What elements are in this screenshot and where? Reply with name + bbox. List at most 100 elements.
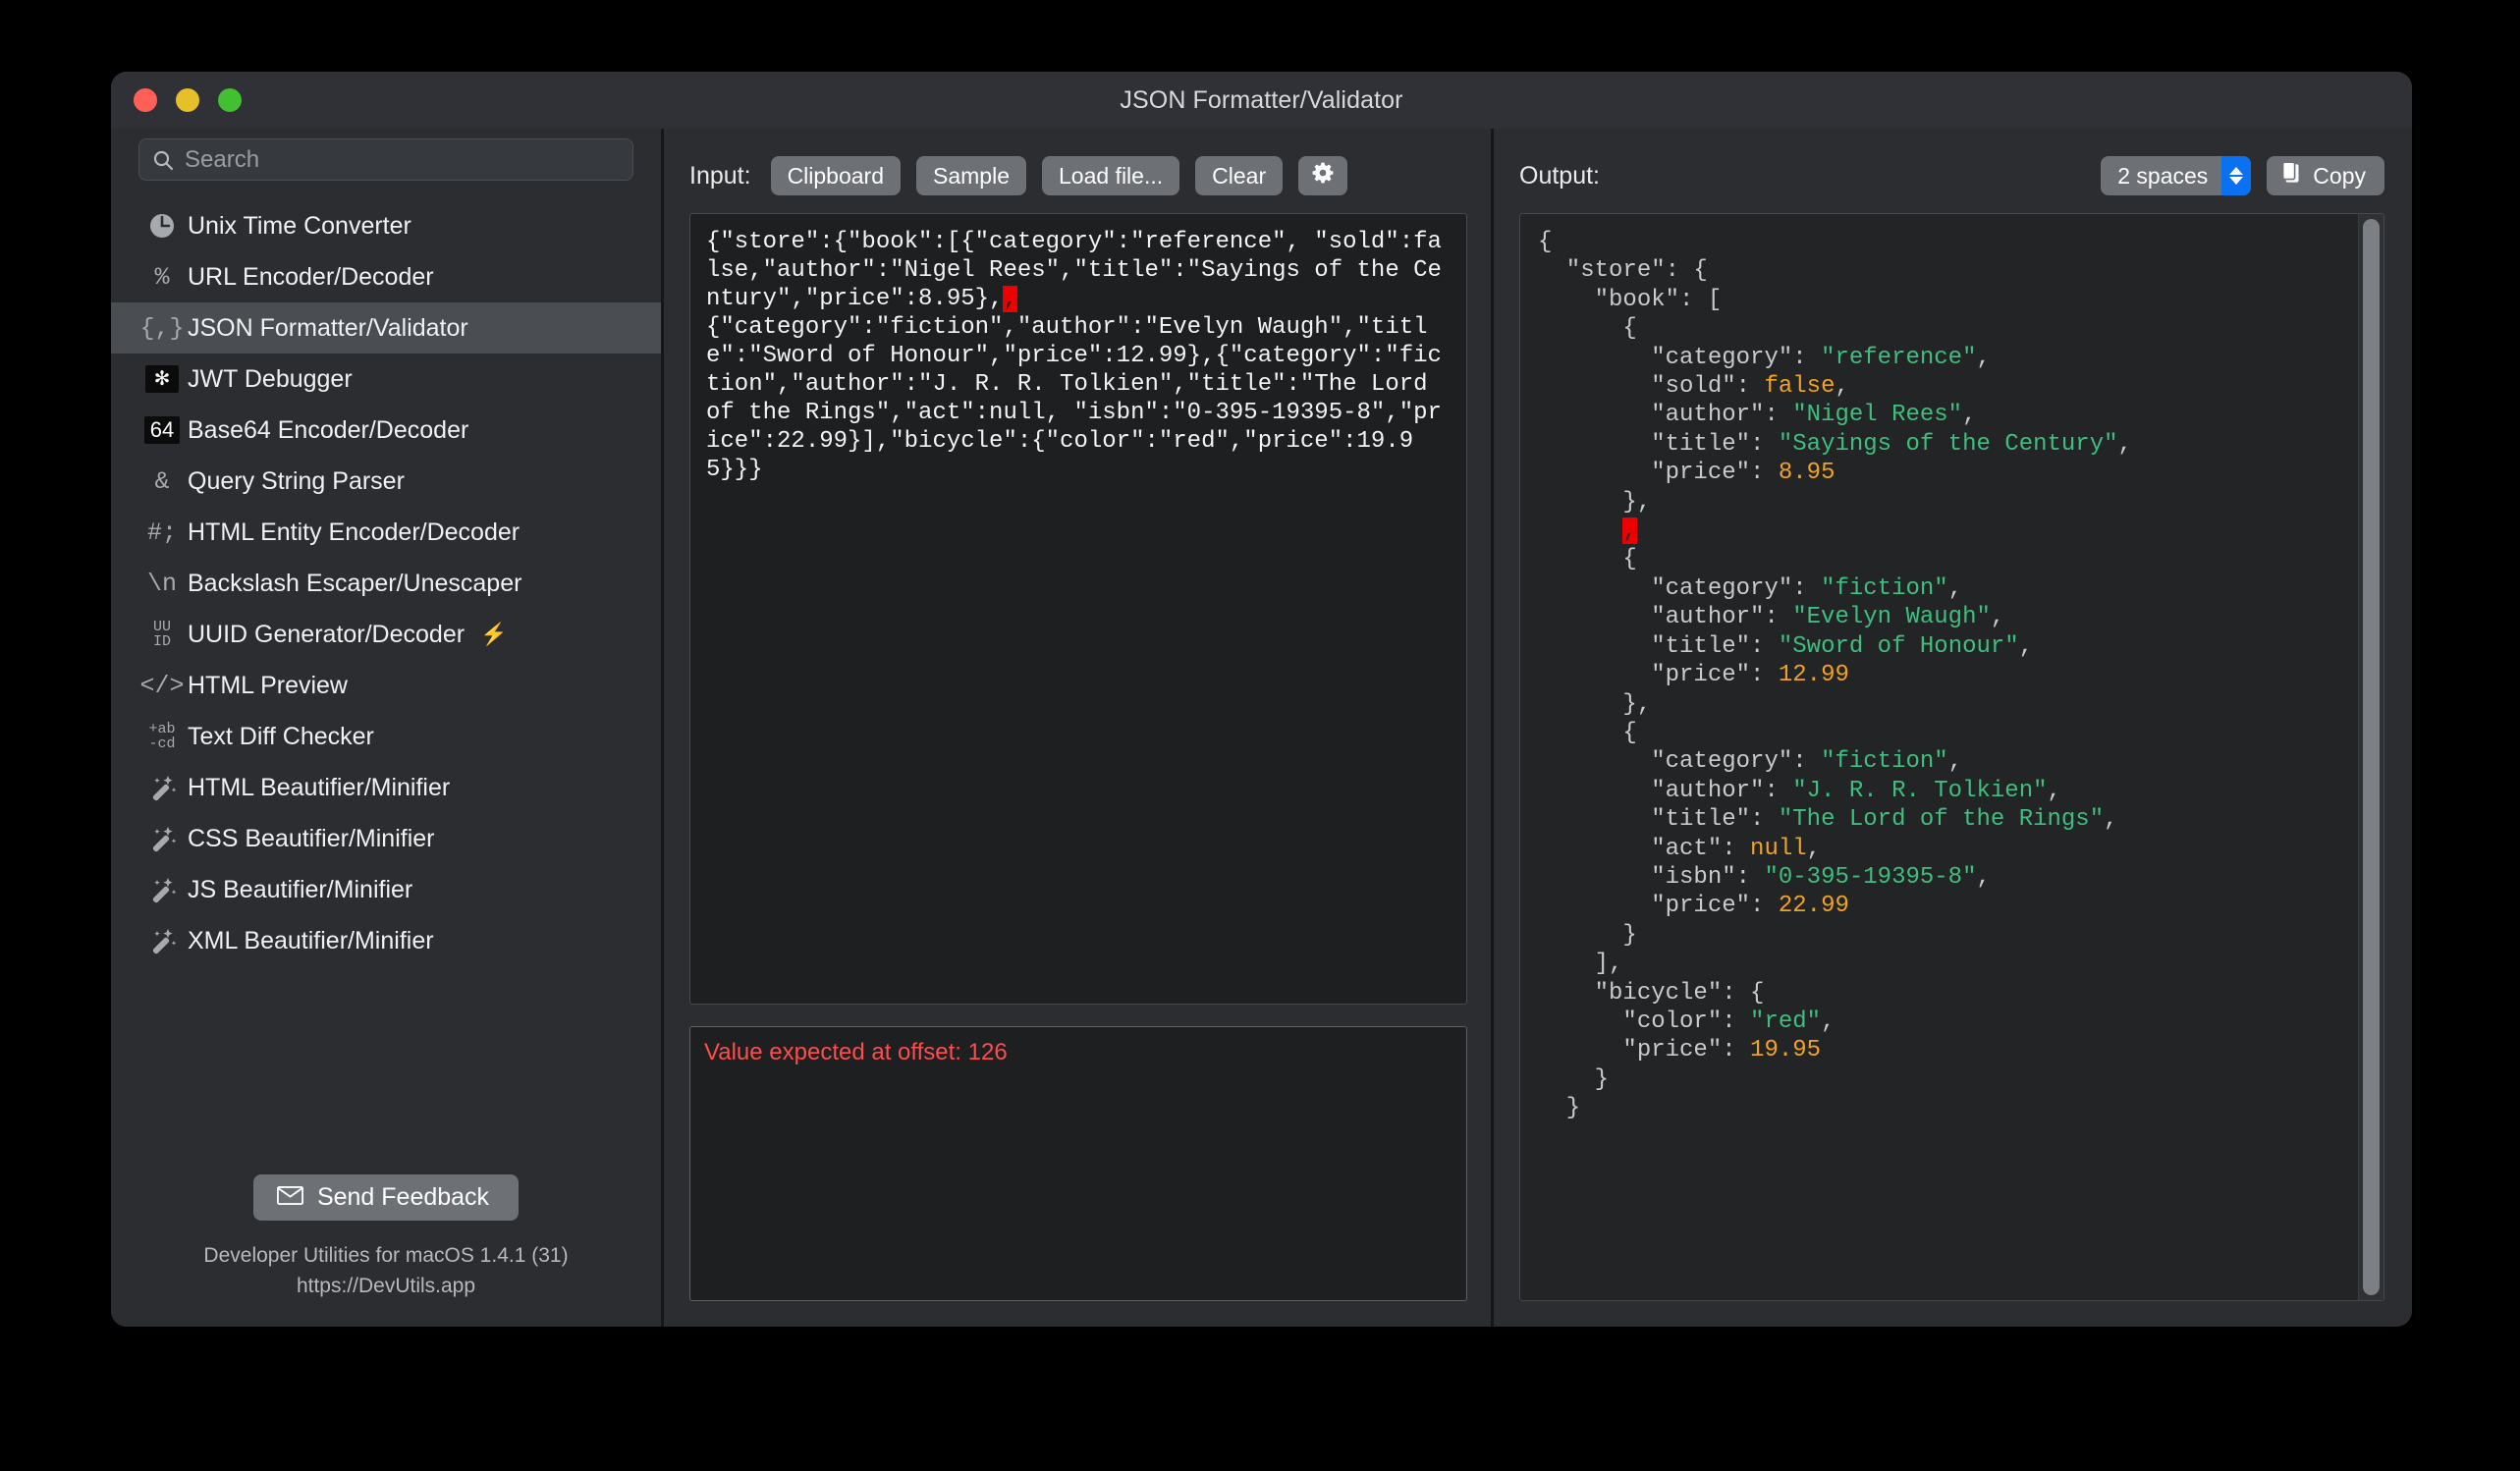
load-file-button[interactable]: Load file...: [1042, 156, 1180, 195]
output-token: :: [1764, 777, 1793, 804]
indent-select[interactable]: 2 spaces: [2101, 156, 2252, 195]
main-content: Input: Clipboard Sample Load file... Cle…: [664, 129, 2412, 1327]
send-feedback-label: Send Feedback: [316, 1183, 490, 1211]
sidebar-item-xml-beautifier-minifier[interactable]: XML Beautifier/Minifier: [111, 915, 661, 966]
sidebar-item-label: JSON Formatter/Validator: [188, 313, 468, 342]
output-token: "price": [1538, 893, 1751, 920]
output-token: "author": [1538, 402, 1765, 429]
output-token: ,: [1990, 604, 2005, 631]
clear-button[interactable]: Clear: [1195, 156, 1284, 195]
error-message: Value expected at offset: 126: [704, 1039, 1008, 1065]
sidebar-item-json-formatter-validator[interactable]: {,} JSON Formatter/Validator: [111, 302, 661, 354]
sidebar-item-text-diff-checker[interactable]: +ab -cd Text Diff Checker: [111, 711, 661, 762]
output-error-highlight: ,: [1622, 518, 1637, 545]
sidebar-item-js-beautifier-minifier[interactable]: JS Beautifier/Minifier: [111, 864, 661, 915]
output-token: : [: [1679, 286, 1723, 313]
copy-button[interactable]: Copy: [2267, 156, 2384, 195]
website-link[interactable]: https://DevUtils.app: [111, 1271, 661, 1301]
output-line: "category": "fiction",: [1538, 747, 2352, 776]
output-pane: Output: 2 spaces Copy {"store": {"book…: [1494, 129, 2412, 1327]
uuid-icon: UU ID: [152, 619, 171, 650]
magic-wand-icon: [137, 822, 188, 855]
output-token: "red": [1750, 1008, 1822, 1035]
lightning-bolt-icon: ⚡: [480, 622, 508, 646]
output-token: "fiction": [1821, 748, 1948, 776]
output-line: },: [1538, 690, 2352, 719]
output-token: ,: [1976, 863, 1991, 891]
search-field[interactable]: [138, 138, 633, 181]
output-token: }: [1538, 1095, 1581, 1122]
magic-wand-icon: [137, 771, 188, 804]
output-token: ,: [1976, 344, 1991, 371]
scrollbar-thumb[interactable]: [2363, 219, 2380, 1295]
send-feedback-button[interactable]: Send Feedback: [252, 1174, 520, 1221]
sidebar-item-css-beautifier-minifier[interactable]: CSS Beautifier/Minifier: [111, 813, 661, 864]
output-token: {: [1538, 315, 1637, 343]
clipboard-button[interactable]: Clipboard: [770, 156, 902, 195]
sidebar-item-url-encoder-decoder[interactable]: % URL Encoder/Decoder: [111, 251, 661, 302]
output-line: "sold": false,: [1538, 372, 2352, 401]
output-token: "isbn": [1538, 863, 1736, 891]
json-braces-icon: {,}: [139, 313, 185, 343]
ampersand-icon: &: [154, 466, 170, 496]
text-diff-icon: +ab -cd: [148, 721, 176, 752]
output-token: 12.99: [1778, 662, 1849, 689]
sidebar-item-jwt-debugger[interactable]: ✻ JWT Debugger: [111, 354, 661, 405]
sidebar-item-html-preview[interactable]: </> HTML Preview: [111, 660, 661, 711]
output-token: "book": [1538, 286, 1680, 313]
output-token: ,: [2104, 806, 2118, 834]
up-down-chevron-icon[interactable]: [2221, 156, 2252, 195]
sidebar-item-query-string-parser[interactable]: & Query String Parser: [111, 456, 661, 507]
version-line: Developer Utilities for macOS 1.4.1 (31): [203, 1244, 569, 1267]
output-token: "0-395-19395-8": [1764, 863, 1977, 891]
output-line: "price": 8.95: [1538, 459, 2352, 487]
sidebar-footer: Send Feedback Developer Utilities for ma…: [111, 1174, 661, 1327]
window-title: JSON Formatter/Validator: [1120, 85, 1403, 114]
search-icon: [151, 148, 175, 172]
output-token: "price": [1538, 1037, 1723, 1064]
output-line: "book": [: [1538, 286, 2352, 314]
output-toolbar: Output: 2 spaces Copy: [1519, 154, 2384, 197]
output-token: "act": [1538, 835, 1723, 862]
output-code[interactable]: { "store": { "book": [ { "category": "re…: [1520, 214, 2358, 1300]
output-token: null: [1750, 835, 1807, 862]
settings-button[interactable]: [1298, 156, 1348, 195]
output-token: :: [1735, 863, 1765, 891]
output-token: "J. R. R. Tolkien": [1792, 777, 2048, 804]
search-input[interactable]: [185, 145, 621, 174]
output-token: ,: [1806, 835, 1822, 862]
output-token: ,: [1947, 574, 1963, 602]
input-textarea[interactable]: {"store":{"book":[{"category":"reference…: [689, 213, 1467, 1005]
output-token: :: [1792, 344, 1822, 371]
output-token: "title": [1538, 632, 1751, 660]
sidebar-item-label: Base64 Encoder/Decoder: [188, 415, 469, 444]
sidebar-item-html-beautifier-minifier[interactable]: HTML Beautifier/Minifier: [111, 762, 661, 813]
sidebar: Unix Time Converter%URL Encoder/Decoder{…: [111, 129, 664, 1327]
output-line: "isbn": "0-395-19395-8",: [1538, 863, 2352, 892]
output-scrollbar[interactable]: [2358, 214, 2383, 1300]
output-token: :: [1750, 632, 1779, 660]
magic-wand-icon: [137, 873, 188, 906]
output-line: {: [1538, 545, 2352, 573]
output-line: "category": "reference",: [1538, 344, 2352, 372]
sidebar-item-html-entity-encoder-decoder[interactable]: #; HTML Entity Encoder/Decoder: [111, 507, 661, 558]
output-token: "color": [1538, 1008, 1723, 1035]
gear-icon: [1311, 161, 1335, 191]
sidebar-item-base64-encoder-decoder[interactable]: 64 Base64 Encoder/Decoder: [111, 405, 661, 456]
backslash-n-icon: \n: [146, 569, 177, 598]
sidebar-item-unix-time-converter[interactable]: Unix Time Converter: [111, 200, 661, 251]
output-token: "fiction": [1821, 574, 1948, 602]
output-token: :: [1722, 1008, 1751, 1035]
app-window: JSON Formatter/Validator Unix Time Conve…: [111, 72, 2412, 1327]
output-token: "reference": [1821, 344, 1977, 371]
output-token: "title": [1538, 430, 1751, 458]
sidebar-item-uuid-generator-decoder[interactable]: UU ID UUID Generator/Decoder ⚡: [111, 609, 661, 660]
output-token: false: [1764, 373, 1835, 401]
output-token: "store": [1538, 257, 1666, 285]
sidebar-item-backslash-escaper-unescaper[interactable]: \n Backslash Escaper/Unescaper: [111, 558, 661, 609]
output-token: "author": [1538, 604, 1765, 631]
output-token: :: [1792, 574, 1822, 602]
sample-button[interactable]: Sample: [916, 156, 1026, 195]
sidebar-item-label: HTML Beautifier/Minifier: [188, 773, 451, 801]
clipboard-icon: [2281, 161, 2302, 191]
